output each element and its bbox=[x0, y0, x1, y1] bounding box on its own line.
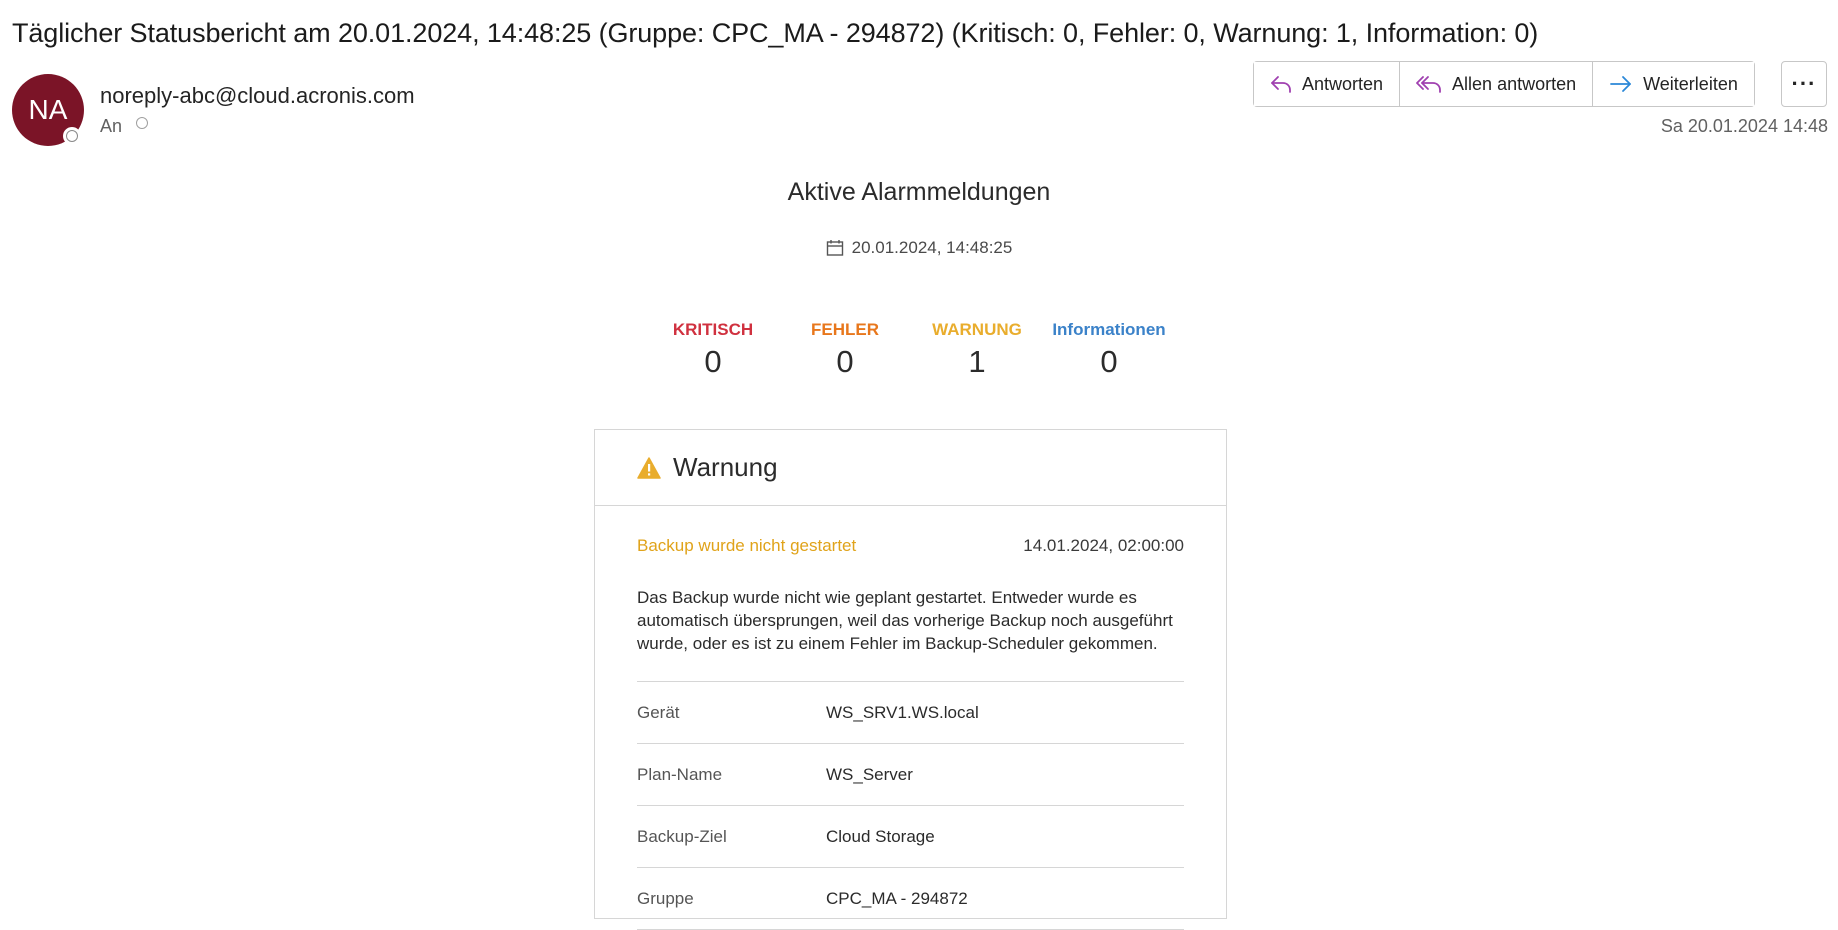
detail-key: Gerät bbox=[637, 702, 680, 722]
forward-label: Weiterleiten bbox=[1643, 73, 1738, 94]
report-timestamp-text: 20.01.2024, 14:48:25 bbox=[851, 238, 1013, 257]
report-timestamp: 20.01.2024, 14:48:25 bbox=[0, 238, 1838, 258]
recipient-row: An bbox=[100, 116, 149, 137]
report-title: Aktive Alarmmeldungen bbox=[787, 178, 1051, 206]
reply-icon bbox=[1271, 76, 1291, 93]
detail-key: Backup-Ziel bbox=[637, 826, 727, 846]
detail-value: WS_SRV1.WS.local bbox=[826, 702, 979, 722]
email-subject: Täglicher Statusbericht am 20.01.2024, 1… bbox=[12, 18, 1539, 48]
sender-address[interactable]: noreply-abc@cloud.acronis.com bbox=[100, 83, 415, 109]
reply-label: Antworten bbox=[1302, 73, 1384, 94]
more-icon: ··· bbox=[1791, 71, 1817, 96]
detail-row-plan-name: Plan-Name WS_Server bbox=[637, 744, 1184, 806]
detail-row-device: Gerät WS_SRV1.WS.local bbox=[637, 682, 1184, 744]
detail-value: WS_Server bbox=[826, 764, 913, 784]
stat-value: 0 bbox=[1100, 344, 1118, 379]
alert-card-title: Warnung bbox=[673, 452, 778, 482]
to-label: An bbox=[100, 116, 123, 136]
reply-all-button[interactable]: Allen antworten bbox=[1400, 62, 1594, 106]
presence-status-icon bbox=[63, 127, 81, 145]
forward-button[interactable]: Weiterleiten bbox=[1593, 62, 1754, 106]
detail-row-group: Gruppe CPC_MA - 294872 bbox=[637, 868, 1184, 930]
detail-row-backup-target: Backup-Ziel Cloud Storage bbox=[637, 806, 1184, 868]
forward-icon bbox=[1610, 76, 1632, 92]
received-date: Sa 20.01.2024 14:48 bbox=[1660, 116, 1828, 136]
alert-card-header: Warnung bbox=[595, 430, 1226, 506]
stat-label: Informationen bbox=[1052, 320, 1166, 339]
warning-icon bbox=[637, 456, 661, 479]
detail-value: CPC_MA - 294872 bbox=[826, 888, 968, 908]
alert-card: Warnung Backup wurde nicht gestartet 14.… bbox=[594, 429, 1227, 930]
reply-all-icon bbox=[1416, 76, 1441, 93]
calendar-icon bbox=[826, 240, 843, 256]
message-actions: Antworten Allen antworten Weiterleiten bbox=[1253, 61, 1755, 107]
detail-key: Gruppe bbox=[637, 888, 694, 908]
alert-name: Backup wurde nicht gestartet bbox=[637, 536, 857, 555]
stat-information: Informationen 0 bbox=[1029, 320, 1189, 380]
recipient-presence-icon bbox=[136, 116, 149, 129]
detail-key: Plan-Name bbox=[637, 764, 723, 784]
reply-button[interactable]: Antworten bbox=[1254, 62, 1401, 106]
alert-time: 14.01.2024, 02:00:00 bbox=[1023, 536, 1184, 555]
detail-value: Cloud Storage bbox=[826, 826, 935, 846]
avatar-initials: NA bbox=[28, 94, 68, 125]
more-actions-button[interactable]: ··· bbox=[1781, 61, 1827, 107]
alert-description: Das Backup wurde nicht wie geplant gesta… bbox=[637, 586, 1184, 682]
reply-all-label: Allen antworten bbox=[1452, 73, 1577, 94]
